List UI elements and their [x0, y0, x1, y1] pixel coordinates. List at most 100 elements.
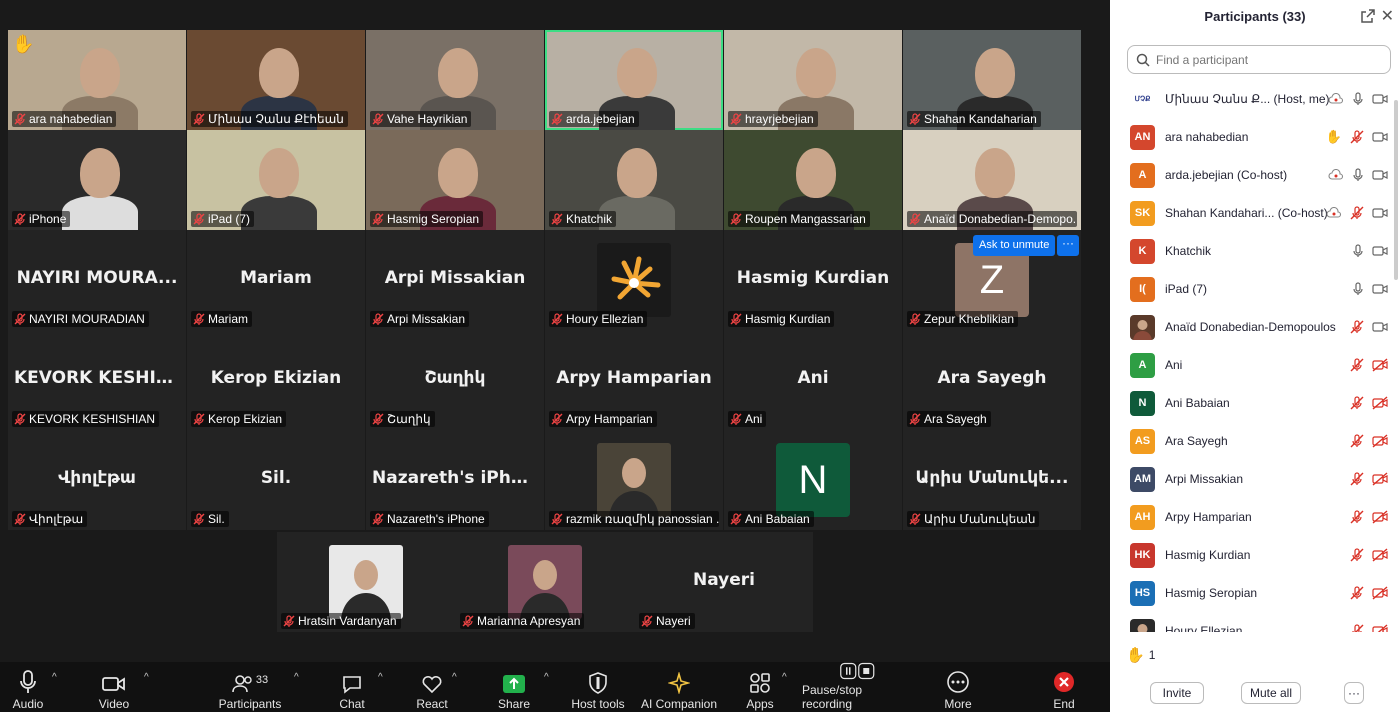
more-button[interactable]: More: [940, 662, 976, 712]
video-tile[interactable]: Marianna Apresyan: [456, 532, 634, 632]
participants-button[interactable]: 33 Participants: [218, 662, 282, 712]
participant-row[interactable]: ՄՉՔ Մինաս Չանս Ք... (Host, me): [1110, 80, 1400, 118]
microphone-icon[interactable]: [1352, 168, 1364, 182]
participant-row[interactable]: K Khatchik: [1110, 232, 1400, 270]
video-tile[interactable]: Ani Ani: [724, 330, 902, 430]
muted-mic-icon[interactable]: [1350, 548, 1364, 562]
participant-row[interactable]: Aarda.jebejian (Co-host): [1110, 156, 1400, 194]
muted-mic-icon[interactable]: [1350, 206, 1364, 220]
muted-mic-icon[interactable]: [1350, 586, 1364, 600]
muted-mic-icon[interactable]: [1350, 510, 1364, 524]
video-off-icon[interactable]: [1372, 624, 1388, 632]
video-tile[interactable]: Nayeri Nayeri: [635, 532, 813, 632]
video-off-icon[interactable]: [1372, 434, 1388, 448]
video-tile[interactable]: KEVORK KESHIS... KEVORK KESHISHIAN: [8, 330, 186, 430]
participant-row[interactable]: AS Ara Sayegh: [1110, 422, 1400, 460]
share-options-caret[interactable]: ^: [544, 672, 549, 683]
video-tile[interactable]: Kerop Ekizian Kerop Ekizian: [187, 330, 365, 430]
end-button[interactable]: End: [1046, 662, 1082, 712]
participant-row[interactable]: I(iPad (7): [1110, 270, 1400, 308]
video-camera-icon[interactable]: [1372, 169, 1388, 181]
invite-button[interactable]: Invite: [1150, 682, 1204, 704]
video-tile[interactable]: Hasmig Kurdian Hasmig Kurdian: [724, 230, 902, 330]
video-tile[interactable]: razmik ռազմիկ panossian ...: [545, 430, 723, 530]
tile-more-button[interactable]: ···: [1057, 235, 1079, 256]
video-off-icon[interactable]: [1372, 396, 1388, 410]
video-off-icon[interactable]: [1372, 358, 1388, 372]
audio-options-caret[interactable]: ^: [52, 672, 57, 683]
search-input[interactable]: [1156, 52, 1376, 67]
video-tile[interactable]: Hratsin Vardanyan: [277, 532, 455, 632]
video-tile[interactable]: Arpy Hamparian Arpy Hamparian: [545, 330, 723, 430]
video-tile[interactable]: ara nahabedian ✋: [8, 30, 186, 130]
video-tile[interactable]: iPhone: [8, 130, 186, 230]
react-button[interactable]: React: [414, 662, 450, 712]
participant-row[interactable]: SK Shahan Kandahari... (Co-host): [1110, 194, 1400, 232]
video-options-caret[interactable]: ^: [144, 672, 149, 683]
participant-row[interactable]: Anaïd Donabedian-Demopoulos: [1110, 308, 1400, 346]
participant-list-scrollbar[interactable]: [1394, 100, 1398, 280]
participant-row[interactable]: N Ani Babaian: [1110, 384, 1400, 422]
participant-row[interactable]: A Ani: [1110, 346, 1400, 384]
host-tools-button[interactable]: Host tools: [570, 662, 626, 712]
video-tile[interactable]: Khatchik: [545, 130, 723, 230]
ask-to-unmute-button[interactable]: Ask to unmute: [973, 235, 1056, 256]
apps-button[interactable]: Apps: [742, 662, 778, 712]
video-tile[interactable]: Vahe Hayrikian: [366, 30, 544, 130]
participant-row[interactable]: AH Arpy Hamparian: [1110, 498, 1400, 536]
video-tile[interactable]: NAYIRI MOURA... NAYIRI MOURADIAN: [8, 230, 186, 330]
muted-mic-icon[interactable]: [1350, 624, 1364, 632]
muted-mic-icon[interactable]: [1350, 320, 1364, 334]
video-tile[interactable]: Ara Sayegh Ara Sayegh: [903, 330, 1081, 430]
video-off-icon[interactable]: [1372, 548, 1388, 562]
video-camera-icon[interactable]: [1372, 93, 1388, 105]
video-camera-icon[interactable]: [1372, 245, 1388, 257]
video-tile[interactable]: N Ani Babaian: [724, 430, 902, 530]
popout-icon[interactable]: [1360, 8, 1376, 24]
share-button[interactable]: Share: [496, 662, 532, 712]
video-tile[interactable]: hrayrjebejian: [724, 30, 902, 130]
video-off-icon[interactable]: [1372, 472, 1388, 486]
video-camera-icon[interactable]: [1372, 321, 1388, 333]
video-tile[interactable]: arda.jebejian: [545, 30, 723, 130]
video-tile[interactable]: Hasmig Seropian: [366, 130, 544, 230]
video-off-icon[interactable]: [1372, 510, 1388, 524]
video-tile[interactable]: Արիս Մանուկե... Արիս Մանուկեան: [903, 430, 1081, 530]
video-tile[interactable]: iPad (7): [187, 130, 365, 230]
react-options-caret[interactable]: ^: [452, 672, 457, 683]
muted-mic-icon[interactable]: [1350, 472, 1364, 486]
video-tile[interactable]: Anaïd Donabedian-Demopo...: [903, 130, 1081, 230]
muted-mic-icon[interactable]: [1350, 434, 1364, 448]
video-tile[interactable]: Mariam Mariam: [187, 230, 365, 330]
ai-companion-button[interactable]: AI Companion: [640, 662, 718, 712]
video-tile[interactable]: Arpi Missakian Arpi Missakian: [366, 230, 544, 330]
mute-all-button[interactable]: Mute all: [1241, 682, 1301, 704]
video-tile[interactable]: Sil. Sil.: [187, 430, 365, 530]
participants-options-caret[interactable]: ^: [294, 672, 299, 683]
audio-button[interactable]: Audio: [8, 662, 48, 712]
muted-mic-icon[interactable]: [1350, 396, 1364, 410]
panel-more-button[interactable]: ···: [1344, 682, 1364, 704]
participant-row[interactable]: AN ara nahabedian ✋: [1110, 118, 1400, 156]
chat-options-caret[interactable]: ^: [378, 672, 383, 683]
video-tile[interactable]: Houry Ellezian: [545, 230, 723, 330]
video-tile[interactable]: Roupen Mangassarian: [724, 130, 902, 230]
apps-options-caret[interactable]: ^: [782, 672, 787, 683]
participant-row[interactable]: AM Arpi Missakian: [1110, 460, 1400, 498]
microphone-icon[interactable]: [1352, 92, 1364, 106]
microphone-icon[interactable]: [1352, 244, 1364, 258]
video-tile[interactable]: Nazareth's iPhone Nazareth's iPhone: [366, 430, 544, 530]
muted-mic-icon[interactable]: [1350, 130, 1364, 144]
pause-stop-recording-button[interactable]: Pause/stop recording: [802, 662, 914, 712]
video-tile[interactable]: Shahan Kandaharian: [903, 30, 1081, 130]
participant-row[interactable]: Houry Ellezian: [1110, 612, 1400, 632]
video-camera-icon[interactable]: [1372, 283, 1388, 295]
close-icon[interactable]: ✕: [1381, 6, 1394, 26]
microphone-icon[interactable]: [1352, 282, 1364, 296]
video-off-icon[interactable]: [1372, 586, 1388, 600]
video-camera-icon[interactable]: [1372, 131, 1388, 143]
video-tile[interactable]: Վիոլէթա Վիոլէթա: [8, 430, 186, 530]
video-camera-icon[interactable]: [1372, 207, 1388, 219]
participant-row[interactable]: HK Hasmig Kurdian: [1110, 536, 1400, 574]
participant-search-box[interactable]: [1127, 45, 1391, 74]
